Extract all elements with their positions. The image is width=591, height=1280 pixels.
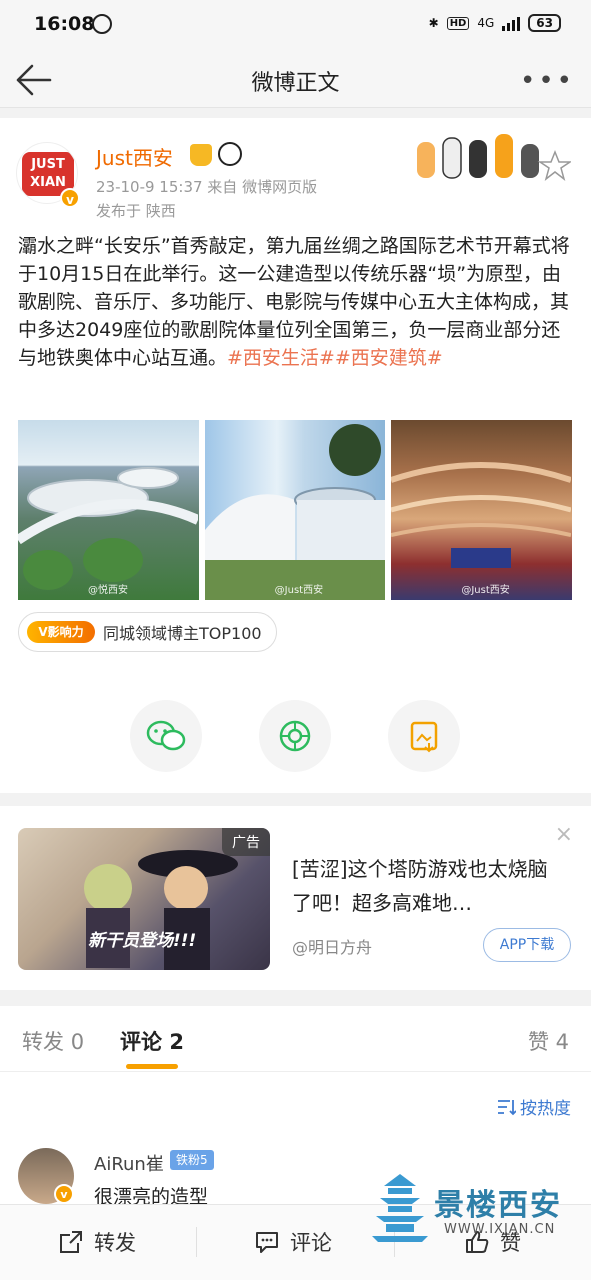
site-watermark-name: 景楼西安 xyxy=(434,1188,562,1223)
more-icon[interactable]: ••• xyxy=(520,66,575,96)
commenter-name[interactable]: AiRun崔 xyxy=(94,1150,164,1176)
nav-bar: 微博正文 ••• xyxy=(0,52,591,108)
tab-label: 评论 xyxy=(120,1030,162,1054)
moments-icon xyxy=(279,720,311,752)
share-wechat-button[interactable] xyxy=(130,700,202,772)
comment-icon xyxy=(256,1232,278,1253)
battery-icon: 63 xyxy=(528,14,561,32)
tab-likes[interactable]: 赞 4 xyxy=(528,1026,569,1056)
sort-label: 按热度 xyxy=(520,1099,571,1119)
tab-count: 2 xyxy=(169,1030,184,1054)
network-label: 4G xyxy=(477,16,495,30)
alarm-icon xyxy=(92,14,112,34)
building-illustration xyxy=(204,424,385,600)
status-bar: 16:08 ✱ HD 4G 63 xyxy=(0,0,591,52)
badge-text: 同城领域博主TOP100 xyxy=(103,624,262,643)
ad-image-text: 新干员登场!!! xyxy=(88,931,197,951)
share-moments-button[interactable] xyxy=(259,700,331,772)
photo-watermark: @Just西安 xyxy=(461,585,510,596)
verified-badge-icon: v xyxy=(54,1184,74,1204)
post-card: JUST XIAN v Just西安 23-10-9 15:37 来自 微博网页… xyxy=(0,118,591,793)
repost-icon xyxy=(60,1231,82,1253)
clock: 16:08 xyxy=(34,13,95,35)
save-image-button[interactable] xyxy=(388,700,460,772)
verified-badge-icon: v xyxy=(60,188,80,208)
tab-label: 赞 xyxy=(527,1030,549,1054)
comment-button[interactable]: 评论 xyxy=(254,1227,332,1257)
signal-icon xyxy=(502,15,521,31)
photo-watermark: @悦西安 xyxy=(88,585,128,596)
ad-label: 广告 xyxy=(222,828,270,856)
post-text: 灞水之畔“长安乐”首秀敲定，第九届丝绸之路国际艺术节开幕式将于10月15日在此举… xyxy=(18,232,578,372)
ad-title[interactable]: [苦涩]这个塔防游戏也太烧脑了吧！超多高难地… xyxy=(292,852,562,920)
building-illustration xyxy=(18,467,198,590)
influence-badge[interactable]: V影响力 同城领域博主TOP100 xyxy=(18,612,277,652)
cat-paws-decoration-icon xyxy=(417,134,571,181)
bluetooth-icon: ✱ xyxy=(428,16,439,30)
comment-tabs: 转发 0 评论 2 赞 4 xyxy=(0,1006,591,1072)
panda-icon xyxy=(218,142,242,166)
save-image-icon xyxy=(410,721,438,753)
repost-button[interactable]: 转发 xyxy=(58,1227,136,1257)
comment-label: 评论 xyxy=(290,1231,332,1255)
site-watermark-url: WWW.IXIAN.CN xyxy=(444,1222,556,1237)
ad-card[interactable]: 广告 新干员登场!!! × [苦涩]这个塔防游戏也太烧脑了吧！超多高难地… @明… xyxy=(0,806,591,990)
v-influence-icon: V影响力 xyxy=(27,621,95,643)
ad-author[interactable]: @明日方舟 xyxy=(292,934,372,958)
repost-label: 转发 xyxy=(94,1231,136,1255)
page-title: 微博正文 xyxy=(251,71,340,96)
hashtag-link[interactable]: #西安生活##西安建筑# xyxy=(227,347,443,369)
sort-by-popularity[interactable]: 按热度 xyxy=(496,1094,571,1119)
hd-icon: HD xyxy=(446,16,470,30)
sort-icon xyxy=(498,1099,516,1115)
photo-watermark: @Just西安 xyxy=(274,585,324,596)
tab-count: 0 xyxy=(70,1030,85,1054)
tab-label: 转发 xyxy=(22,1030,64,1054)
tab-reposts[interactable]: 转发 0 xyxy=(22,1026,84,1056)
post-photo[interactable]: @Just西安 xyxy=(391,420,573,600)
post-time-source: 23-10-9 15:37 来自 微博网页版 xyxy=(96,178,318,196)
post-location: 发布于 陕西 xyxy=(96,202,176,220)
post-photo[interactable]: @Just西安 xyxy=(204,420,386,600)
active-tab-indicator xyxy=(126,1064,178,1069)
close-icon[interactable]: × xyxy=(555,822,573,847)
author-name[interactable]: Just西安 xyxy=(96,142,173,171)
pagoda-logo-icon xyxy=(372,1174,428,1242)
tab-comments[interactable]: 评论 2 xyxy=(120,1026,184,1056)
divider xyxy=(196,1227,197,1257)
wechat-icon xyxy=(146,720,186,751)
ad-image[interactable]: 广告 新干员登场!!! xyxy=(18,828,270,970)
tab-count: 4 xyxy=(555,1030,569,1054)
crown-icon xyxy=(190,144,212,166)
app-download-button[interactable]: APP下载 xyxy=(483,928,571,962)
status-icons: ✱ HD 4G 63 xyxy=(429,14,561,32)
photo-grid: @悦西安 @Just西安 @Just西安 xyxy=(18,420,573,600)
post-photo[interactable]: @悦西安 xyxy=(18,420,199,600)
theater-illustration xyxy=(391,462,572,568)
fan-badge: 铁粉5 xyxy=(170,1150,214,1170)
